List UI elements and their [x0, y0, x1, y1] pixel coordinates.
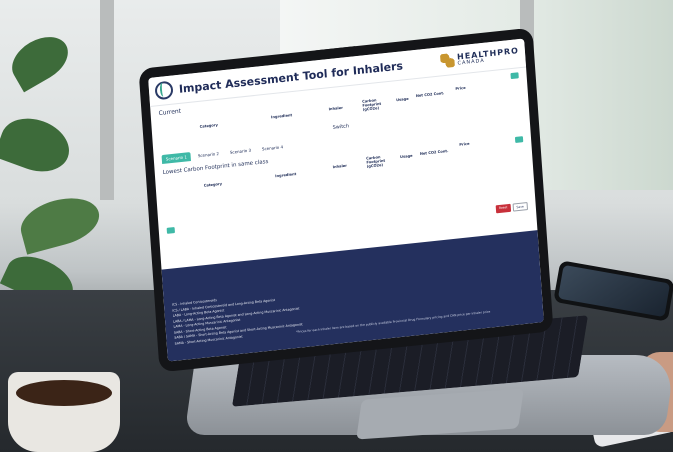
save-button[interactable]: Save: [512, 202, 529, 212]
lowest-col-inhaler: Inhaler: [332, 163, 348, 170]
current-col-price: Price: [455, 85, 466, 91]
tab-scenario-2[interactable]: Scenario 2: [194, 149, 224, 161]
lowest-col-ingredient: Ingredient: [275, 172, 297, 179]
abbreviation-legend: ICS - Inhaled Corticosteroids ICS / LABA…: [172, 289, 303, 346]
current-col-ingredient: Ingredient: [270, 113, 293, 120]
globe-icon: [154, 80, 174, 101]
lowest-col-category: Category: [203, 181, 223, 188]
brand-logo: HEALTHPRO CANADA: [439, 46, 520, 69]
lowest-col-price: Price: [459, 141, 470, 147]
current-col-carbon: Carbon Footprint (gCO2e): [362, 98, 382, 112]
current-add-button[interactable]: [510, 72, 519, 80]
laptop-screen-bezel: Impact Assessment Tool for Inhalers HEAL…: [138, 27, 554, 373]
lowest-col-carbon: Carbon Footprint (gCO2e): [366, 155, 386, 169]
tab-scenario-4[interactable]: Scenario 4: [258, 142, 288, 154]
lowest-add-button[interactable]: [166, 227, 175, 234]
lowest-actions: Reset Save: [495, 202, 529, 214]
laptop-screen: Impact Assessment Tool for Inhalers HEAL…: [148, 38, 544, 362]
tab-scenario-1[interactable]: Scenario 1: [161, 151, 192, 165]
reset-button[interactable]: Reset: [495, 203, 511, 214]
current-col-usage: Usage: [395, 96, 409, 103]
switch-add-button[interactable]: [514, 136, 524, 143]
lowest-col-usage: Usage: [399, 153, 413, 160]
lowest-col-net: Net CO2 Cont.: [419, 149, 449, 157]
current-col-category: Category: [199, 122, 219, 129]
brand-mark-icon: [439, 52, 455, 69]
current-col-inhaler: Inhaler: [328, 105, 344, 112]
tab-scenario-3[interactable]: Scenario 3: [226, 145, 256, 157]
window-frame-left: [100, 0, 114, 200]
price-footnote: *Prices for each inhaler item are based …: [295, 309, 491, 334]
current-col-net: Net CO2 Cont.: [415, 91, 445, 99]
coffee: [16, 380, 112, 406]
